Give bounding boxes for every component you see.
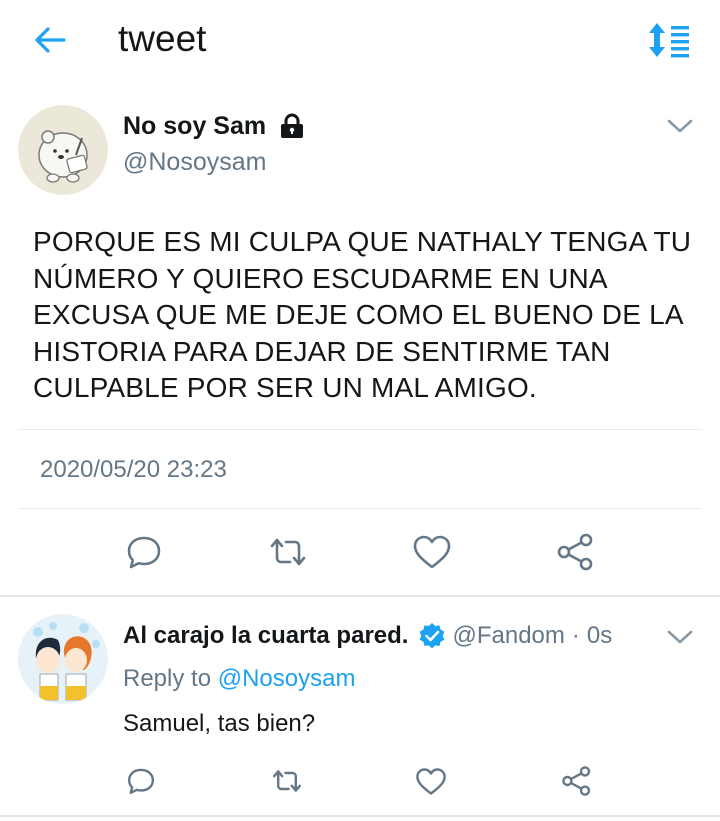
reply-avatar[interactable] [18,614,108,704]
reply-button[interactable] [122,530,166,574]
share-icon [557,533,593,571]
lock-icon [281,113,304,138]
author-name: No soy Sam [123,111,267,140]
back-button[interactable] [30,20,70,60]
chevron-down-icon [667,119,693,133]
divider [18,429,702,430]
divider [0,595,720,597]
reply-author-name: Al carajo la cuarta pared. [123,622,409,649]
bear-avatar-icon [18,105,108,195]
retweet-button[interactable] [266,530,310,574]
divider [0,815,720,817]
reply-button[interactable] [124,764,158,798]
share-button[interactable] [554,530,598,574]
tweet-menu-button[interactable] [666,116,694,141]
reply-action-bar [0,764,720,800]
author-handle[interactable]: @Nosoysam [123,148,266,177]
share-icon [562,766,591,796]
reply-to-prefix: Reply to [123,665,212,692]
reply-author-row[interactable]: Al carajo la cuarta pared. @Fandom · 0s [123,620,612,652]
like-icon [416,767,446,795]
reply-icon [127,768,155,795]
tweet-action-bar [0,530,720,574]
sort-icon [649,23,689,58]
reply-to-link[interactable]: @Nosoysam [218,665,356,692]
retweet-icon [270,538,306,566]
reply-time: 0s [586,622,613,649]
top-app-bar: tweet [0,0,720,82]
reply-text: Samuel, tas bien? [123,710,316,737]
divider [18,508,702,509]
tweet-timestamp: 2020/05/20 23:23 [40,456,227,483]
arrow-left-icon [35,27,66,53]
sort-button[interactable] [646,20,692,60]
meta-separator: · [571,622,580,649]
tweet-text: PORQUE ES MI CULPA QUE NATHALY TENGA TU … [33,226,692,403]
like-button[interactable] [410,530,454,574]
share-button[interactable] [560,764,594,798]
chevron-down-icon [667,630,693,644]
retweet-icon [273,770,301,792]
reply-icon [127,536,161,569]
retweet-button[interactable] [270,764,304,798]
like-icon [413,535,451,569]
avatar[interactable] [18,105,108,195]
page-title: tweet [118,18,207,59]
verified-badge-icon [420,623,445,649]
reply-menu-button[interactable] [666,627,694,652]
reply-to-line: Reply to @Nosoysam [123,665,355,693]
author-name-row[interactable]: No soy Sam [123,110,306,142]
anime-avatar-icon [18,614,108,704]
like-button[interactable] [414,764,448,798]
reply-author-handle: @Fandom [452,622,565,649]
